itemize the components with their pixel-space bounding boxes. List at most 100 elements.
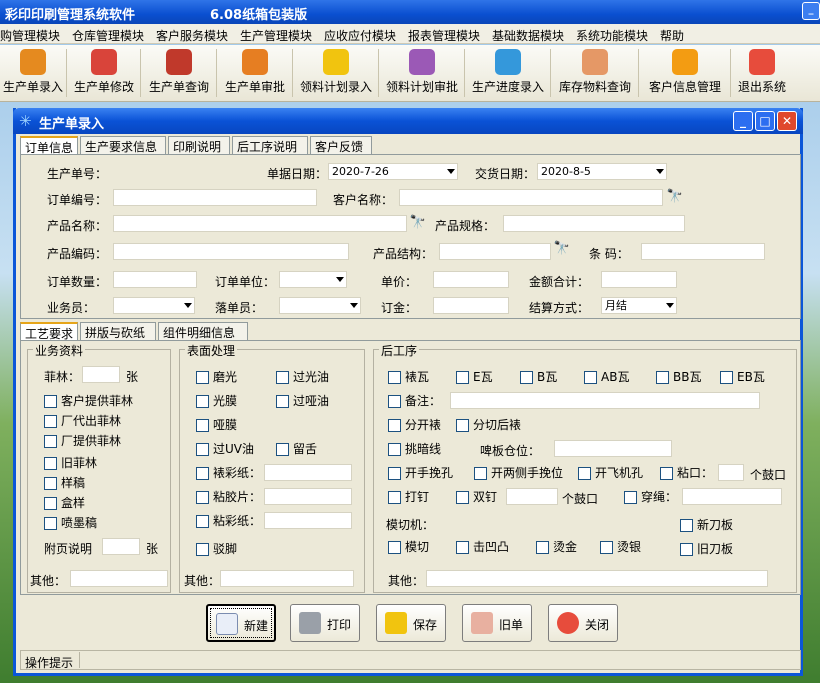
tab-imposition[interactable]: 拼版与砍纸 [80,322,156,340]
salesman-select[interactable] [113,297,195,314]
amount-input[interactable] [601,271,677,288]
check-uv-oil[interactable]: 过UV油 [196,442,254,456]
check-customer-film[interactable]: 客户提供菲林 [44,394,133,408]
check-emboss[interactable]: 击凹凸 [456,540,509,554]
tab-post-process-notes[interactable]: 后工序说明 [232,136,308,154]
check-e-flute[interactable]: E瓦 [456,370,493,384]
check-ab-flute[interactable]: AB瓦 [584,370,629,384]
menu-receivable[interactable]: 应收应付模块 [324,27,396,44]
tab-customer-feedback[interactable]: 客户反馈 [310,136,372,154]
customer-name-input[interactable] [399,189,663,206]
check-side-hand-holes[interactable]: 开两侧手挽位 [474,466,563,480]
toolbar-button-0[interactable]: 生产单录入 [0,47,66,99]
check-sample-draft[interactable]: 样稿 [44,476,85,490]
rope-input[interactable] [682,488,782,505]
toolbar-button-3[interactable]: 生产单审批 [218,47,292,99]
tab-craft[interactable]: 工艺要求 [20,322,78,341]
glue-film-input[interactable] [264,488,352,505]
app-minimize-button[interactable]: _ [802,2,820,20]
check-hand-hole[interactable]: 开手挽孔 [388,466,453,480]
menu-warehouse[interactable]: 仓库管理模块 [72,27,144,44]
tab-production-requirements[interactable]: 生产要求信息 [80,136,166,154]
check-die-cut[interactable]: 模切 [388,540,429,554]
product-lookup-icon[interactable]: 🔭 [409,215,427,232]
check-gloss-film[interactable]: 光膜 [196,394,237,408]
menu-help[interactable]: 帮助 [660,27,684,44]
check-mount-flute[interactable]: 裱瓦 [388,370,429,384]
toolbar-button-9[interactable]: 退出系统 [732,47,792,99]
check-factory-film[interactable]: 厂提供菲林 [44,434,121,448]
tab-order-info[interactable]: 订单信息 [20,136,78,155]
menu-basic-data[interactable]: 基础数据模块 [492,27,564,44]
barcode-input[interactable] [641,243,765,260]
check-staple[interactable]: 打钉 [388,490,429,504]
attach-input[interactable] [102,538,140,555]
window-minimize-button[interactable]: _ [733,111,753,131]
check-glue-mouth[interactable]: 粘口： [660,466,713,480]
glue-mouth-input[interactable] [718,464,744,481]
check-dark-line[interactable]: 挑暗线 [388,442,441,456]
menu-customer-service[interactable]: 客户服务模块 [156,27,228,44]
check-new-knife[interactable]: 新刀板 [680,518,733,532]
check-bb-flute[interactable]: BB瓦 [656,370,701,384]
creator-select[interactable] [279,297,361,314]
menu-production[interactable]: 生产管理模块 [240,27,312,44]
tab-component-detail[interactable]: 组件明细信息 [158,322,248,340]
delivery-date-select[interactable]: 2020-8-5 [537,163,667,180]
toolbar-button-4[interactable]: 领料计划录入 [294,47,378,99]
menu-purchase[interactable]: 购管理模块 [0,27,60,44]
remark-input[interactable] [450,392,760,409]
check-gold-stamp[interactable]: 烫金 [536,540,577,554]
product-spec-input[interactable] [503,215,685,232]
save-button[interactable]: 保存 [376,604,446,642]
toolbar-button-7[interactable]: 库存物料查询 [552,47,638,99]
print-button[interactable]: 打印 [290,604,360,642]
menu-system[interactable]: 系统功能模块 [576,27,648,44]
structure-lookup-icon[interactable]: 🔭 [553,241,571,258]
check-box-sample[interactable]: 盒样 [44,496,85,510]
menu-report[interactable]: 报表管理模块 [408,27,480,44]
check-rope[interactable]: 穿绳： [624,490,677,504]
order-code-input[interactable] [113,189,317,206]
settle-select[interactable]: 月结 [601,297,677,314]
window-close-button[interactable]: ✕ [777,111,797,131]
check-b-flute[interactable]: B瓦 [520,370,557,384]
check-glue-film[interactable]: 粘胶片： [196,490,261,504]
close-button[interactable]: 关闭 [548,604,618,642]
check-keep-tongue[interactable]: 留舌 [276,442,317,456]
check-separate-mount[interactable]: 分开裱 [388,418,441,432]
glue-color-paper-input[interactable] [264,512,352,529]
product-code-input[interactable] [113,243,349,260]
price-input[interactable] [433,271,509,288]
toolbar-button-5[interactable]: 领料计划审批 [380,47,464,99]
check-old-knife[interactable]: 旧刀板 [680,542,733,556]
check-matte-film[interactable]: 哑膜 [196,418,237,432]
check-gloss-oil[interactable]: 过光油 [276,370,329,384]
toolbar-button-6[interactable]: 生产进度录入 [466,47,550,99]
double-staple-input[interactable] [506,488,558,505]
check-mount-color-paper[interactable]: 裱彩纸： [196,466,261,480]
toolbar-button-8[interactable]: 客户信息管理 [640,47,730,99]
check-eb-flute[interactable]: EB瓦 [720,370,765,384]
check-factory-out-film[interactable]: 厂代出菲林 [44,414,121,428]
mount-color-paper-input[interactable] [264,464,352,481]
customer-lookup-icon[interactable]: 🔭 [666,189,684,206]
old-order-button[interactable]: 旧单 [462,604,532,642]
check-inkjet-draft[interactable]: 喷墨稿 [44,516,97,530]
check-airplane-hole[interactable]: 开飞机孔 [578,466,643,480]
business-other-input[interactable] [70,570,168,587]
check-old-film[interactable]: 旧菲林 [44,456,97,470]
post-other-input[interactable] [426,570,768,587]
check-matte-oil[interactable]: 过哑油 [276,394,329,408]
check-remark[interactable]: 备注： [388,394,441,408]
new-button[interactable]: 新建 [206,604,276,642]
check-foot[interactable]: 驳脚 [196,542,237,556]
product-name-input[interactable] [113,215,407,232]
check-double-staple[interactable]: 双钉 [456,490,497,504]
check-polish[interactable]: 磨光 [196,370,237,384]
toolbar-button-1[interactable]: 生产单修改 [68,47,140,99]
deposit-input[interactable] [433,297,509,314]
film-count-input[interactable] [82,366,120,383]
check-silver-stamp[interactable]: 烫银 [600,540,641,554]
window-maximize-button[interactable]: □ [755,111,775,131]
